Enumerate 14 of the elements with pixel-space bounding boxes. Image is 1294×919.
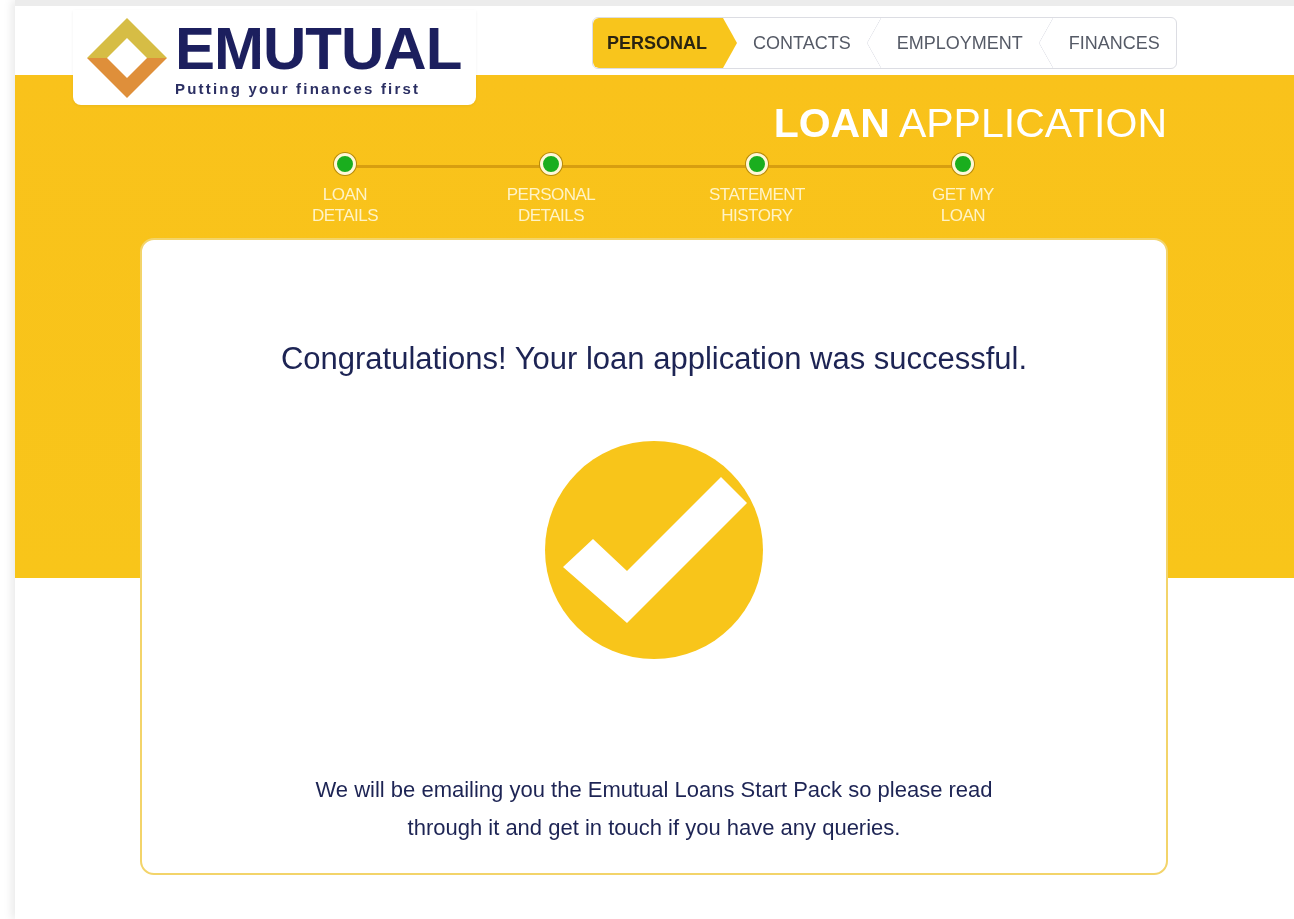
- brand-name: EMUTUAL: [175, 17, 462, 80]
- step-tab[interactable]: FINANCES: [1052, 18, 1176, 68]
- info-text: We will be emailing you the Emutual Loans Start Pack so please read through it and get in touch if you have any queries.: [314, 776, 994, 842]
- step-label: GET MY LOAN: [932, 184, 994, 226]
- tagline: Putting your finances first: [175, 79, 422, 98]
- diamond-logo-icon: [85, 15, 169, 100]
- step-tab[interactable]: PERSONAL: [593, 18, 737, 68]
- step-tab[interactable]: CONTACTS: [737, 18, 867, 68]
- step-tab[interactable]: EMPLOYMENT: [880, 18, 1039, 68]
- page-title: LOAN APPLICATION: [773, 99, 1167, 147]
- step-label: PERSONAL DETAILS: [506, 184, 596, 226]
- step-label: LOAN DETAILS: [311, 184, 379, 226]
- step-label: STATEMENT HISTORY: [709, 184, 805, 226]
- success-message: Congratulations! Your loan application was successful.: [280, 340, 1028, 378]
